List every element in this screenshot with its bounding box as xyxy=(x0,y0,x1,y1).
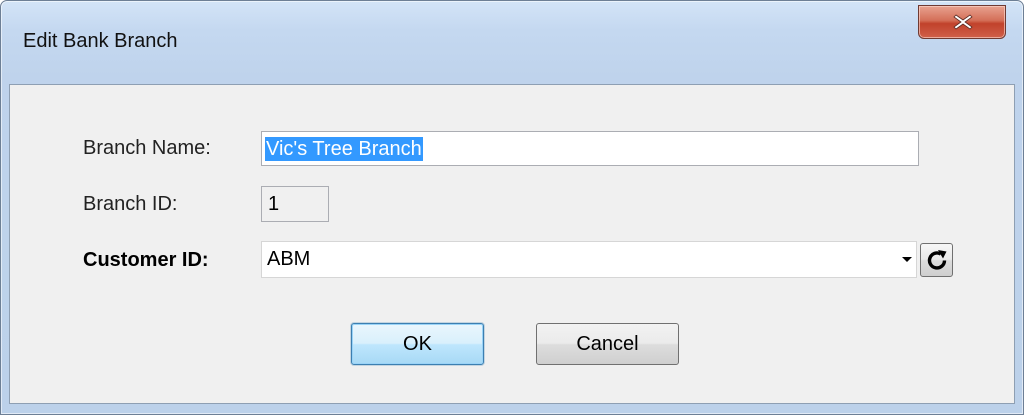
cancel-button[interactable]: Cancel xyxy=(536,323,679,365)
ok-button-label: OK xyxy=(403,333,432,355)
branch-name-input[interactable]: Vic's Tree Branch xyxy=(261,131,919,166)
window-title: Edit Bank Branch xyxy=(23,30,178,52)
branch-id-label: Branch ID: xyxy=(83,193,178,215)
customer-id-value: ABM xyxy=(267,248,311,270)
refresh-icon xyxy=(927,250,947,270)
close-button[interactable] xyxy=(918,5,1006,39)
customer-id-dropdown[interactable]: ABM xyxy=(261,241,917,278)
close-x-icon xyxy=(953,14,973,30)
dialog-content: Branch Name: Vic's Tree Branch Branch ID… xyxy=(9,84,1015,404)
branch-id-field[interactable]: 1 xyxy=(261,186,329,222)
branch-name-label: Branch Name: xyxy=(83,137,211,159)
dialog-window: Edit Bank Branch Branch Name: Vic's Tree… xyxy=(0,0,1024,415)
branch-name-selected-text: Vic's Tree Branch xyxy=(265,137,423,161)
branch-id-value: 1 xyxy=(268,193,280,215)
chevron-down-icon[interactable] xyxy=(902,257,912,262)
refresh-button[interactable] xyxy=(920,243,953,277)
cancel-button-label: Cancel xyxy=(576,333,639,355)
ok-button[interactable]: OK xyxy=(351,323,484,365)
customer-id-label: Customer ID: xyxy=(83,249,209,271)
title-bar[interactable]: Edit Bank Branch xyxy=(1,1,1023,83)
